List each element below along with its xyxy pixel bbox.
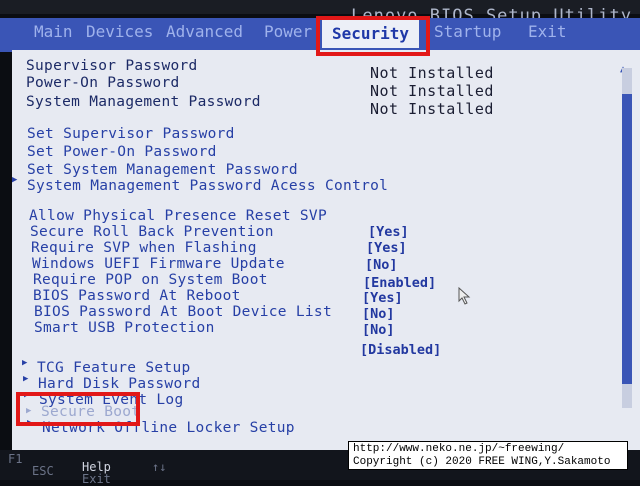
supervisor-password-label: Supervisor Password — [26, 58, 198, 74]
option-allow-physical-presence-label: Allow Physical Presence Reset SVP — [29, 208, 327, 224]
set-power-on-password[interactable]: Set Power-On Password — [27, 144, 217, 160]
f1-key: F1 — [8, 452, 23, 466]
option-require-pop-boot-value[interactable]: [Yes] — [362, 290, 403, 306]
tab-advanced[interactable]: Advanced — [166, 22, 243, 41]
submenu-arrow-icon: ▶ — [22, 358, 28, 368]
option-require-svp-flashing-label: Require SVP when Flashing — [31, 240, 257, 256]
tab-devices[interactable]: Devices — [86, 22, 153, 41]
submenu-arrow-icon: ▶ — [23, 374, 29, 384]
copyright-url: http://www.neko.ne.jp/~freewing/ — [353, 443, 565, 455]
option-bios-password-boot-device-label: BIOS Password At Boot Device List — [34, 304, 332, 320]
arrow-keys-icon: ↑↓ — [152, 460, 167, 474]
secure-boot-highlight — [16, 392, 140, 426]
esc-key: ESC — [32, 464, 54, 478]
option-bios-password-reboot-value[interactable]: [No] — [362, 306, 395, 322]
submenu-arrow-icon: ▶ — [12, 175, 18, 185]
option-bios-password-boot-device-value[interactable]: [No] — [362, 322, 395, 338]
set-system-management-password[interactable]: Set System Management Password — [27, 162, 298, 178]
submenu-tcg-feature-setup[interactable]: TCG Feature Setup — [37, 360, 191, 376]
tab-power[interactable]: Power — [264, 22, 312, 41]
submenu-hard-disk-password[interactable]: Hard Disk Password — [38, 376, 201, 392]
option-windows-uefi-update-value[interactable]: [Enabled] — [363, 275, 436, 291]
tab-exit[interactable]: Exit — [528, 22, 567, 41]
power-on-password-label: Power-On Password — [26, 75, 180, 91]
copyright-overlay: http://www.neko.ne.jp/~freewing/ Copyrig… — [348, 441, 628, 470]
option-allow-physical-presence-value[interactable]: [Yes] — [368, 224, 409, 240]
system-management-password-label: System Management Password — [26, 94, 261, 110]
tab-main[interactable]: Main — [34, 22, 73, 41]
option-smart-usb-protection-label: Smart USB Protection — [34, 320, 215, 336]
set-supervisor-password[interactable]: Set Supervisor Password — [27, 126, 235, 142]
supervisor-password-status: Not Installed — [370, 64, 494, 82]
mouse-cursor-icon — [458, 287, 471, 305]
system-management-password-status: Not Installed — [370, 100, 494, 118]
option-secure-roll-back-value[interactable]: [Yes] — [366, 240, 407, 256]
copyright-text: Copyright (c) 2020 FREE WING,Y.Sakamoto — [353, 456, 611, 468]
option-windows-uefi-update-label: Windows UEFI Firmware Update — [32, 256, 285, 272]
tab-startup[interactable]: Startup — [434, 22, 501, 41]
option-require-pop-boot-label: Require POP on System Boot — [33, 272, 268, 288]
option-smart-usb-protection-value[interactable]: [Disabled] — [360, 342, 441, 358]
power-on-password-status: Not Installed — [370, 82, 494, 100]
option-secure-roll-back-label: Secure Roll Back Prevention — [30, 224, 274, 240]
scrollbar-thumb[interactable] — [622, 94, 632, 384]
option-bios-password-reboot-label: BIOS Password At Reboot — [33, 288, 241, 304]
security-tab-highlight — [316, 16, 430, 56]
option-require-svp-flashing-value[interactable]: [No] — [365, 257, 398, 273]
system-management-password-access-control[interactable]: System Management Password Acess Control — [27, 178, 388, 194]
exit-label: Exit — [82, 472, 111, 486]
